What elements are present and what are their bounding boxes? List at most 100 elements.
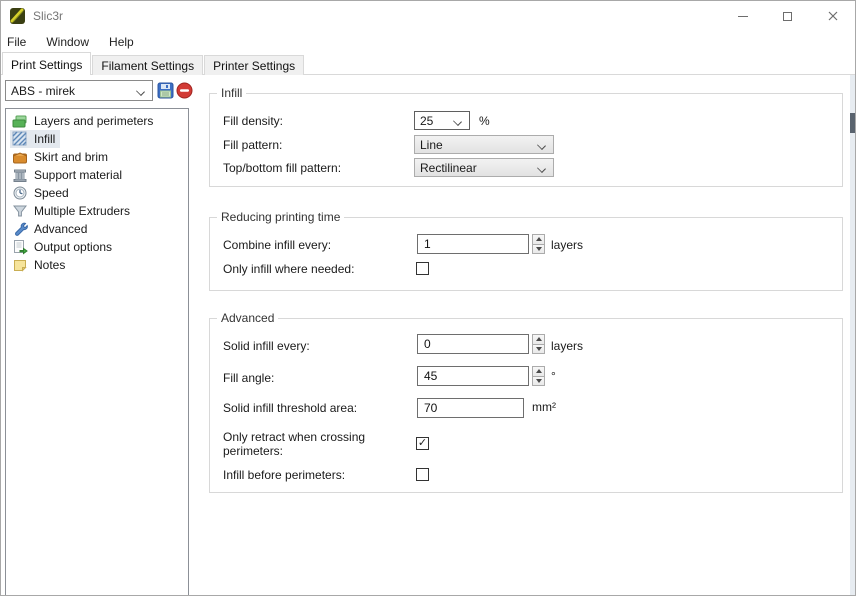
window-controls [720, 1, 855, 31]
solid-infill-threshold-label: Solid infill threshold area: [223, 401, 357, 415]
chevron-down-icon [454, 117, 462, 125]
chevron-down-icon [137, 87, 145, 95]
arrow-up-icon [536, 237, 542, 241]
scrollbar-thumb[interactable] [850, 113, 855, 133]
sidebar-item-label: Output options [34, 240, 112, 254]
solid-infill-every-spinner [532, 334, 545, 354]
spinner-up-button[interactable] [532, 234, 545, 245]
speed-icon [12, 185, 28, 201]
solid-infill-threshold-input[interactable] [417, 398, 524, 418]
fill-angle-spinner [532, 366, 545, 386]
spinner-up-button[interactable] [532, 366, 545, 377]
fill-angle-label: Fill angle: [223, 371, 274, 385]
solid-infill-threshold-unit: mm² [532, 400, 556, 414]
infill-icon [12, 131, 28, 147]
window-title: Slic3r [33, 9, 63, 23]
menu-bar: File Window Help [1, 31, 855, 53]
reducing-printing-time-group: Reducing printing time [209, 217, 843, 291]
solid-infill-every-unit: layers [551, 339, 583, 353]
spinner-up-button[interactable] [532, 334, 545, 345]
title-bar[interactable]: Slic3r [1, 1, 855, 31]
slic3r-window: Slic3r File Window Help Print Settings [0, 0, 856, 596]
sidebar-item-label: Layers and perimeters [34, 114, 153, 128]
settings-category-list: Layers and perimeters Infill Skirt and b… [5, 108, 189, 596]
fill-density-unit: % [479, 114, 490, 128]
combine-infill-input[interactable] [417, 234, 529, 254]
combine-infill-spinner [532, 234, 545, 254]
only-infill-where-needed-checkbox[interactable] [416, 262, 429, 275]
fill-pattern-select[interactable]: Line [414, 135, 554, 154]
sidebar-item-skirt-and-brim[interactable]: Skirt and brim [10, 148, 113, 166]
extruders-icon [12, 203, 28, 219]
spinner-down-button[interactable] [532, 377, 545, 387]
menu-item-window[interactable]: Window [46, 33, 99, 51]
delete-preset-button[interactable] [176, 82, 193, 99]
vertical-scrollbar[interactable] [850, 75, 855, 596]
fill-angle-unit: ° [551, 369, 556, 383]
group-title: Reducing printing time [217, 210, 344, 224]
sidebar-item-speed[interactable]: Speed [10, 184, 74, 202]
support-icon [12, 167, 28, 183]
only-infill-where-needed-label: Only infill where needed: [223, 262, 354, 276]
combine-infill-label: Combine infill every: [223, 238, 331, 252]
tab-bar: Print Settings Filament Settings Printer… [1, 53, 855, 75]
slic3r-logo-icon [9, 7, 26, 25]
sidebar-item-label: Advanced [34, 222, 87, 236]
fill-density-value: 25 [420, 114, 454, 128]
save-icon [157, 82, 174, 99]
close-button[interactable] [810, 1, 855, 31]
notes-icon [12, 257, 28, 273]
group-title: Infill [217, 86, 246, 100]
tab-printer-settings[interactable]: Printer Settings [204, 55, 304, 75]
checkmark-icon: ✓ [418, 438, 427, 449]
sidebar-item-label: Support material [34, 168, 122, 182]
arrow-down-icon [536, 247, 542, 251]
sidebar-item-infill[interactable]: Infill [10, 130, 60, 148]
arrow-down-icon [536, 379, 542, 383]
layers-icon [12, 113, 28, 129]
top-bottom-pattern-select[interactable]: Rectilinear [414, 158, 554, 177]
skirt-icon [12, 149, 28, 165]
spinner-down-button[interactable] [532, 345, 545, 355]
sidebar-item-layers-and-perimeters[interactable]: Layers and perimeters [10, 112, 158, 130]
infill-before-perimeters-checkbox[interactable] [416, 468, 429, 481]
delete-icon [176, 82, 193, 99]
fill-angle-input[interactable] [417, 366, 529, 386]
fill-density-combo[interactable]: 25 [414, 111, 470, 130]
maximize-button[interactable] [765, 1, 810, 31]
minimize-icon [738, 16, 748, 17]
preset-value: ABS - mirek [11, 84, 137, 98]
sidebar-item-label: Speed [34, 186, 69, 200]
top-bottom-pattern-value: Rectilinear [420, 161, 538, 175]
only-retract-checkbox[interactable]: ✓ [416, 437, 429, 450]
only-retract-label: Only retract when crossing perimeters: [223, 430, 391, 458]
solid-infill-every-input[interactable] [417, 334, 529, 354]
sidebar-item-notes[interactable]: Notes [10, 256, 70, 274]
arrow-up-icon [536, 337, 542, 341]
menu-item-file[interactable]: File [7, 33, 36, 51]
sidebar-item-label: Multiple Extruders [34, 204, 130, 218]
chevron-down-icon [538, 141, 546, 149]
combine-infill-unit: layers [551, 238, 583, 252]
tab-print-settings[interactable]: Print Settings [2, 52, 91, 75]
output-icon [12, 239, 28, 255]
spinner-down-button[interactable] [532, 245, 545, 255]
sidebar-item-advanced[interactable]: Advanced [10, 220, 92, 238]
sidebar-item-output-options[interactable]: Output options [10, 238, 117, 256]
fill-pattern-label: Fill pattern: [223, 138, 282, 152]
sidebar-item-label: Notes [34, 258, 65, 272]
wrench-icon [12, 221, 28, 237]
save-preset-button[interactable] [157, 82, 174, 99]
sidebar-item-multiple-extruders[interactable]: Multiple Extruders [10, 202, 135, 220]
preset-select[interactable]: ABS - mirek [5, 80, 153, 101]
maximize-icon [783, 12, 792, 21]
minimize-button[interactable] [720, 1, 765, 31]
chevron-down-icon [538, 164, 546, 172]
menu-item-help[interactable]: Help [109, 33, 144, 51]
fill-pattern-value: Line [420, 138, 538, 152]
tab-filament-settings[interactable]: Filament Settings [92, 55, 203, 75]
solid-infill-every-label: Solid infill every: [223, 339, 310, 353]
sidebar-item-label: Skirt and brim [34, 150, 108, 164]
sidebar-item-label: Infill [34, 132, 55, 146]
sidebar-item-support-material[interactable]: Support material [10, 166, 127, 184]
